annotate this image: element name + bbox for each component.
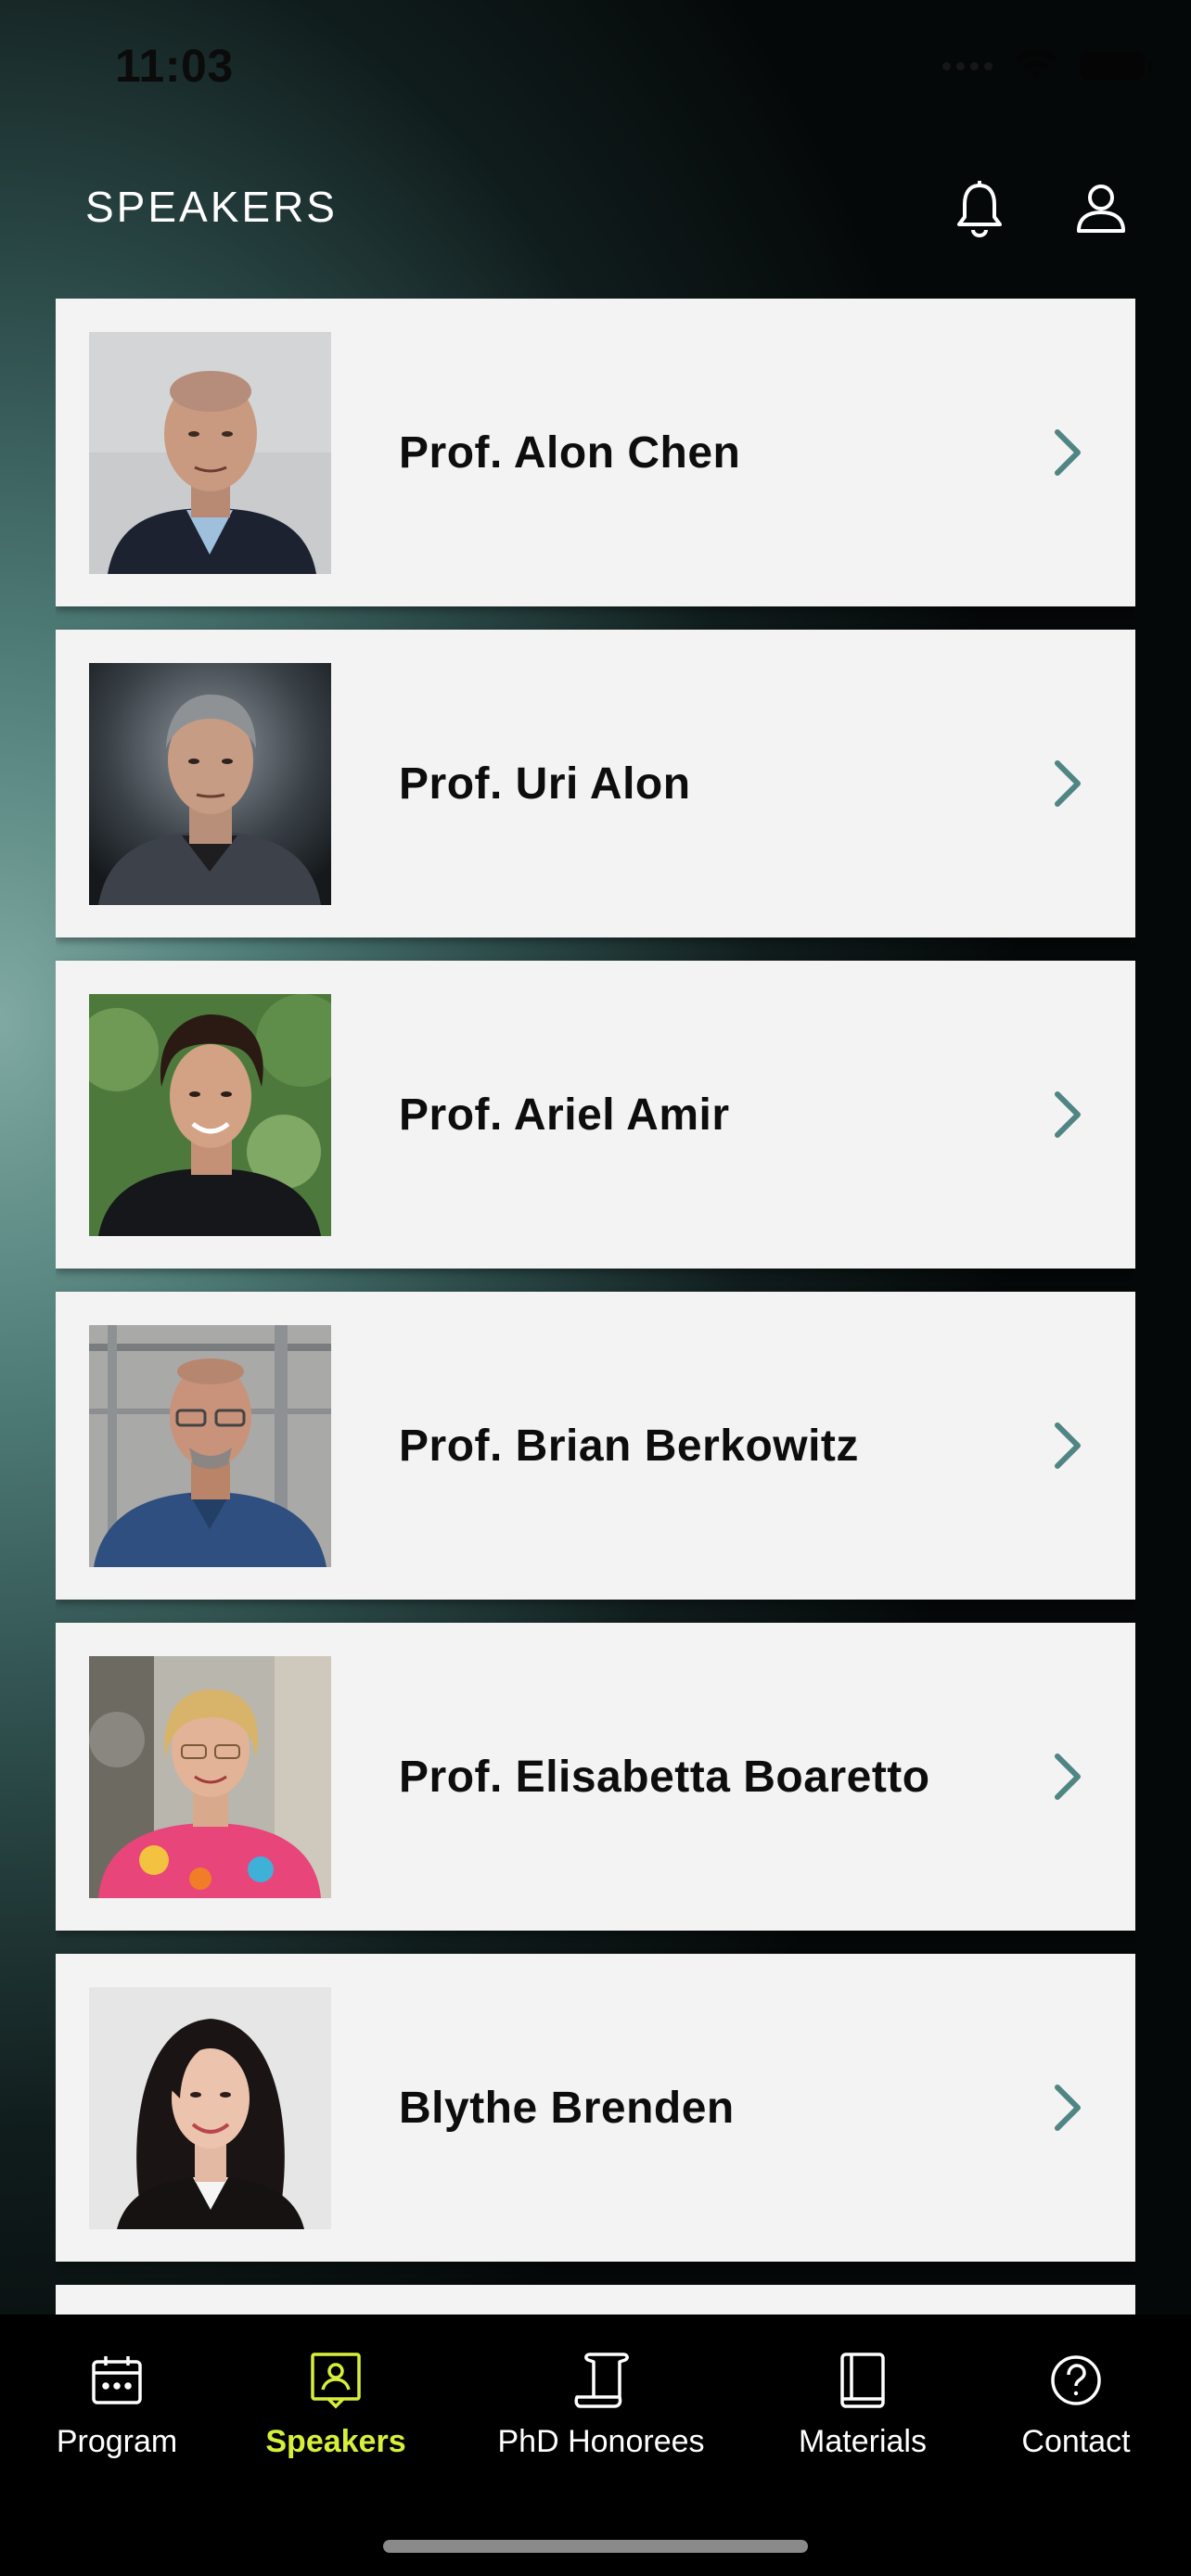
tab-label: Contact	[1021, 2424, 1131, 2459]
status-icons	[942, 45, 1152, 87]
page-title: SPEAKERS	[85, 183, 338, 231]
battery-icon	[1080, 52, 1152, 80]
speaker-photo	[89, 332, 331, 574]
speaker-photo	[89, 663, 331, 905]
chevron-right-icon	[1055, 2085, 1081, 2131]
speaker-name: Prof. Uri Alon	[399, 759, 691, 809]
tab-bar: Program Speakers PhD Honorees Materials …	[0, 2315, 1191, 2576]
tab-label: Materials	[799, 2424, 927, 2459]
profile-button[interactable]	[1069, 176, 1133, 241]
speaker-photo	[89, 1987, 331, 2229]
speaker-photo	[89, 1656, 331, 1898]
book-icon	[840, 2353, 885, 2408]
speaker-photo	[89, 994, 331, 1236]
chevron-right-icon	[1055, 1753, 1081, 1800]
speaker-card[interactable]: Prof. Ariel Amir	[56, 961, 1135, 1269]
chevron-right-icon	[1055, 760, 1081, 807]
tab-speakers[interactable]: Speakers	[265, 2348, 406, 2468]
tab-label: PhD Honorees	[497, 2424, 705, 2459]
chevron-right-icon	[1055, 429, 1081, 476]
speaker-card[interactable]	[56, 2285, 1135, 2315]
calendar-icon	[92, 2356, 142, 2404]
speakers-screen: 11:03 SPEAKERS Prof. Alon Chen Prof. Uri…	[0, 0, 1191, 2576]
speaker-card[interactable]: Prof. Elisabetta Boaretto	[56, 1623, 1135, 1931]
status-time: 11:03	[115, 40, 234, 92]
speaker-photo	[89, 1325, 331, 1567]
tab-label: Program	[56, 2424, 178, 2459]
speaker-list[interactable]: Prof. Alon Chen Prof. Uri Alon Prof. Ari…	[56, 299, 1135, 2315]
tab-program[interactable]: Program	[54, 2348, 180, 2468]
notifications-button[interactable]	[947, 176, 1012, 241]
speaker-card[interactable]: Blythe Brenden	[56, 1954, 1135, 2262]
person-icon	[1077, 185, 1125, 233]
help-icon	[1051, 2355, 1101, 2405]
tab-label: Speakers	[265, 2424, 406, 2459]
tab-contact[interactable]: Contact	[1013, 2348, 1139, 2468]
speaker-name: Prof. Ariel Amir	[399, 1090, 730, 1140]
speaker-card[interactable]: Prof. Brian Berkowitz	[56, 1292, 1135, 1600]
speaker-name: Prof. Brian Berkowitz	[399, 1421, 859, 1471]
tab-materials[interactable]: Materials	[790, 2348, 935, 2468]
speaker-card[interactable]: Prof. Uri Alon	[56, 630, 1135, 937]
bell-icon	[957, 181, 1002, 237]
speaker-name: Blythe Brenden	[399, 2083, 735, 2133]
cellular-signal-icon	[942, 61, 992, 70]
tab-phd-honorees[interactable]: PhD Honorees	[497, 2348, 705, 2468]
speaker-card[interactable]: Prof. Alon Chen	[56, 299, 1135, 606]
chevron-right-icon	[1055, 1091, 1081, 1138]
home-indicator[interactable]	[383, 2540, 808, 2553]
scroll-icon	[574, 2353, 629, 2408]
speaker-name: Prof. Elisabetta Boaretto	[399, 1752, 930, 1802]
wifi-icon	[1015, 49, 1057, 80]
speaker-name: Prof. Alon Chen	[399, 427, 741, 478]
speaker-badge-icon	[311, 2353, 361, 2409]
chevron-right-icon	[1055, 1422, 1081, 1469]
